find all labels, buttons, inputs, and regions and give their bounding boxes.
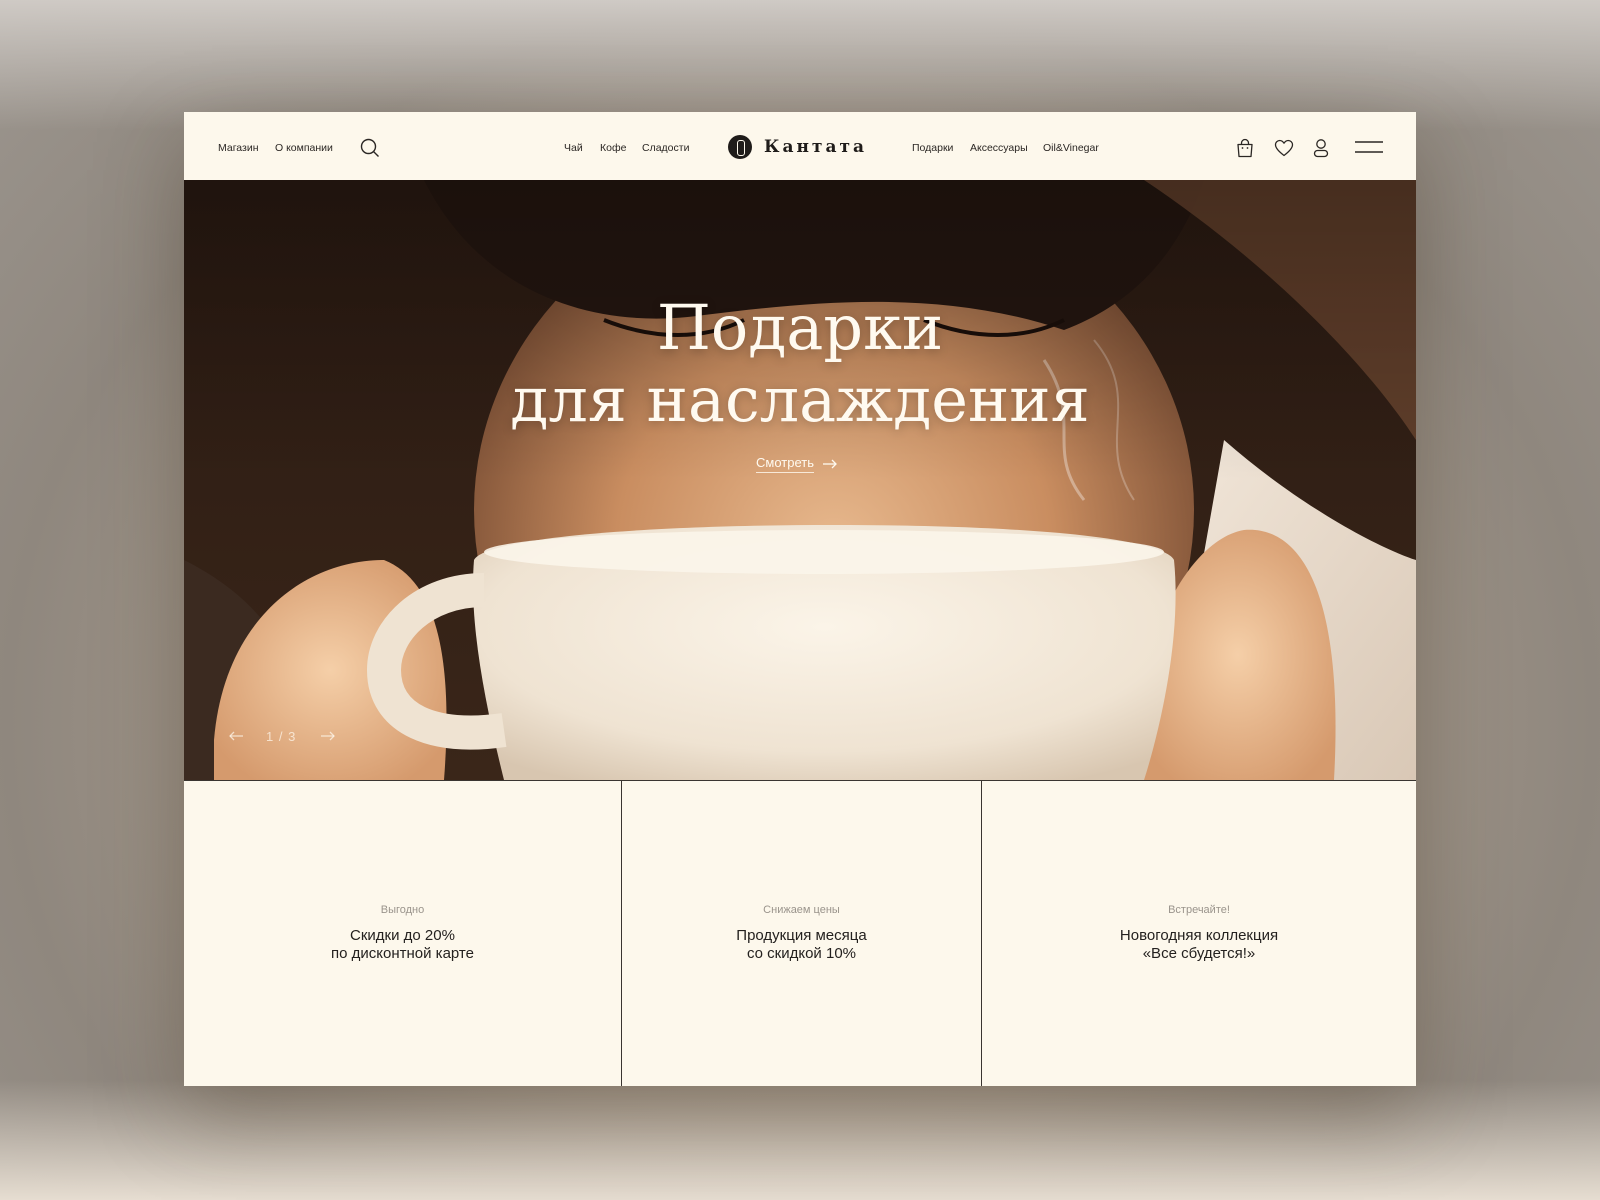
promo-title-line1: Скидки до 20% [350, 927, 455, 944]
backdrop-bottom [0, 1080, 1600, 1200]
promo-title-line2: по дисконтной карте [331, 945, 474, 962]
slider-counter: 1 / 3 [266, 728, 297, 744]
heart-icon[interactable] [1274, 139, 1294, 160]
nav-link-accessories[interactable]: Аксессуары [970, 142, 1028, 154]
hero-banner: Подарки для наслаждения Смотреть 1 / 3 [184, 180, 1416, 780]
slider-controls: 1 / 3 [224, 726, 340, 746]
nav-link-sweets[interactable]: Сладости [642, 142, 689, 154]
promo-kicker: Выгодно [380, 904, 425, 916]
hero-title-line2: для наслаждения [510, 363, 1090, 436]
logo-mark-icon [728, 135, 752, 159]
promo-title-line1: Продукция месяца [736, 927, 867, 944]
arrow-right-icon [822, 457, 838, 472]
user-icon[interactable] [1312, 138, 1330, 161]
backdrop-top [0, 0, 1600, 130]
bag-icon[interactable] [1236, 138, 1254, 161]
slider-next-button[interactable] [316, 726, 340, 746]
hero-title-line1: Подарки [656, 291, 944, 364]
nav-link-coffee[interactable]: Кофе [600, 142, 626, 154]
site-window: Магазин О компании Чай Кофе Сладости Кан… [184, 112, 1416, 1086]
promo-title-line1: Новогодняя коллекция [1119, 927, 1279, 944]
promo-card-discount[interactable]: Выгодно Скидки до 20% по дисконтной карт… [184, 781, 621, 1086]
nav-link-oil-vinegar[interactable]: Oil&Vinegar [1043, 142, 1099, 154]
hero-photo [184, 180, 1416, 780]
promo-title: Скидки до 20% по дисконтной карте [184, 927, 621, 963]
promo-title: Новогодняя коллекция «Все сбудется!» [982, 927, 1416, 963]
search-icon[interactable] [360, 138, 380, 161]
arrow-left-icon [229, 731, 243, 741]
arrow-right-icon [321, 731, 336, 741]
nav-link-tea[interactable]: Чай [564, 142, 583, 154]
promo-kicker: Снижаем цены [763, 904, 840, 916]
hero-title: Подарки для наслаждения [184, 292, 1416, 436]
promo-kicker: Встречайте! [1168, 904, 1230, 916]
logo[interactable]: Кантата [728, 134, 867, 160]
promo-title: Продукция месяца со скидкой 10% [622, 927, 981, 963]
promo-card-new-year[interactable]: Встречайте! Новогодняя коллекция «Все сб… [981, 781, 1416, 1086]
hero-cta-label: Смотреть [756, 455, 814, 473]
nav-link-about[interactable]: О компании [275, 142, 333, 154]
nav-link-gifts[interactable]: Подарки [912, 142, 953, 154]
promo-cards: Выгодно Скидки до 20% по дисконтной карт… [184, 780, 1416, 1086]
promo-title-line2: «Все сбудется!» [1142, 945, 1256, 962]
header: Магазин О компании Чай Кофе Сладости Кан… [184, 112, 1416, 180]
hero-cta-link[interactable]: Смотреть [756, 454, 838, 474]
menu-icon[interactable] [1355, 140, 1383, 157]
promo-title-line2: со скидкой 10% [746, 945, 856, 962]
logo-text: Кантата [764, 137, 868, 157]
nav-link-shop[interactable]: Магазин [218, 142, 259, 154]
promo-card-month[interactable]: Снижаем цены Продукция месяца со скидкой… [621, 781, 981, 1086]
slider-prev-button[interactable] [224, 726, 248, 746]
